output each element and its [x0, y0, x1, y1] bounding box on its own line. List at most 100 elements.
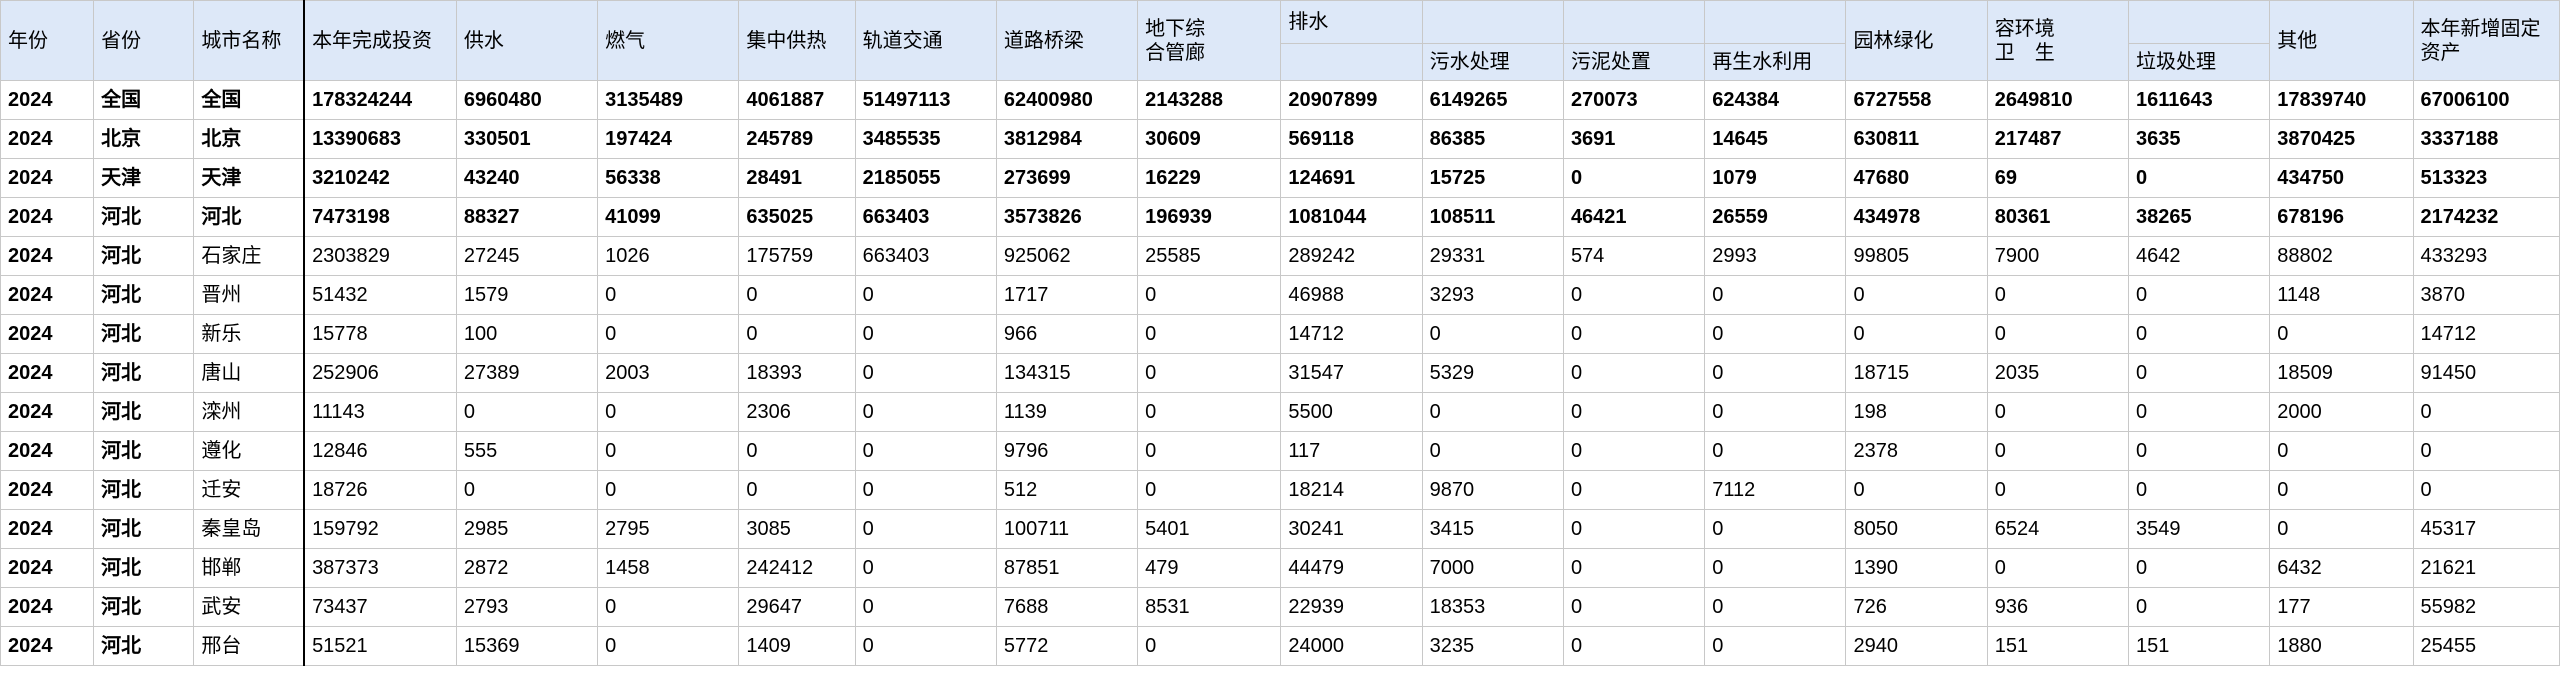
table-cell: 2649810: [1986, 80, 2130, 120]
table-cell: 0: [854, 275, 997, 315]
table-cell: 0: [2127, 353, 2271, 393]
table-cell: 196939: [1137, 197, 1282, 237]
table-cell: 38265: [2127, 197, 2271, 237]
table-cell: 3135489: [597, 80, 740, 120]
header-reuse: 再生水利用: [1704, 43, 1847, 81]
table-row: 2024 河北 迁安 18726 0 0 0 0 512 0 18214 9870 0 7112 0 0 0 0 0: [0, 470, 2560, 510]
table-cell: 0: [854, 431, 997, 471]
table-cell: 2303829: [303, 236, 457, 276]
table-cell: 0: [597, 275, 740, 315]
table-cell: 14712: [1280, 314, 1423, 354]
table-cell: 433293: [2412, 236, 2560, 276]
table-cell: 330501: [455, 119, 599, 159]
table-cell: 47680: [1845, 158, 1988, 198]
table-cell: 0: [1986, 431, 2130, 471]
table-cell: 27389: [455, 353, 599, 393]
table-cell: 434750: [2269, 158, 2414, 198]
table-cell: 2000: [2269, 392, 2414, 432]
table-cell: 河北: [93, 236, 195, 276]
table-cell: 3337188: [2412, 119, 2560, 159]
table-cell: 0: [1562, 509, 1706, 549]
table-cell: 479: [1137, 548, 1282, 588]
table-cell: 18715: [1845, 353, 1988, 393]
table-cell: 29331: [1421, 236, 1564, 276]
investment-table: 年份 省份 城市名称 本年完成投资 供水 燃气 集中供热 轨道交通 道路桥梁 地…: [0, 0, 2560, 666]
table-cell: 0: [738, 431, 856, 471]
table-cell: 全国: [193, 80, 306, 120]
table-cell: 0: [1562, 587, 1706, 627]
header-garbage: 垃圾处理: [2127, 43, 2271, 81]
table-cell: 30609: [1137, 119, 1282, 159]
table-cell: 14712: [2412, 314, 2560, 354]
table-cell: 3691: [1562, 119, 1706, 159]
table-cell: 43240: [455, 158, 599, 198]
table-cell: 河北: [93, 197, 195, 237]
table-cell: 0: [1562, 353, 1706, 393]
table-cell: 51521: [303, 626, 457, 666]
table-cell: 17839740: [2269, 80, 2414, 120]
header-water: 供水: [455, 0, 599, 81]
table-cell: 15778: [303, 314, 457, 354]
table-cell: 0: [1704, 275, 1847, 315]
table-cell: 0: [1137, 314, 1282, 354]
table-cell: 0: [2269, 431, 2414, 471]
table-cell: 石家庄: [193, 236, 306, 276]
table-cell: 2872: [455, 548, 599, 588]
table-cell: 0: [597, 470, 740, 510]
table-cell: 635025: [738, 197, 856, 237]
table-cell: 175759: [738, 236, 856, 276]
table-cell: 0: [854, 587, 997, 627]
table-cell: 0: [1137, 392, 1282, 432]
table-cell: 0: [1421, 431, 1564, 471]
table-cell: 2024: [0, 470, 95, 510]
table-cell: 80361: [1986, 197, 2130, 237]
table-row: 2024 河北 石家庄 2303829 27245 1026 175759 663403 925…: [0, 236, 2560, 276]
table-cell: 569118: [1280, 119, 1423, 159]
table-cell: 11143: [303, 392, 457, 432]
table-cell: 2035: [1986, 353, 2130, 393]
table-cell: 0: [2127, 548, 2271, 588]
table-cell: 26559: [1704, 197, 1847, 237]
table-cell: 7473198: [303, 197, 457, 237]
table-row: 2024 河北 河北 7473198 88327 41099 635025 663403 357…: [0, 197, 2560, 237]
table-cell: 0: [738, 275, 856, 315]
table-cell: 178324244: [303, 80, 457, 120]
table-cell: 河北: [93, 431, 195, 471]
table-cell: 天津: [93, 158, 195, 198]
table-cell: 0: [1421, 392, 1564, 432]
header-fixed-line2: 资产: [2420, 41, 2461, 64]
table-cell: 4642: [2127, 236, 2271, 276]
table-cell: 0: [1845, 470, 1988, 510]
table-cell: 2024: [0, 548, 95, 588]
table-row: 2024 河北 秦皇岛 159792 2985 2795 3085 0 100711 5401 30…: [0, 509, 2560, 549]
header-sludge-top: [1562, 0, 1706, 44]
table-cell: 25455: [2412, 626, 2560, 666]
table-cell: 河北: [93, 392, 195, 432]
table-cell: 1611643: [2127, 80, 2271, 120]
table-cell: 2174232: [2412, 197, 2560, 237]
table-cell: 51497113: [854, 80, 997, 120]
table-cell: 河北: [93, 314, 195, 354]
table-cell: 1409: [738, 626, 856, 666]
table-cell: 0: [597, 392, 740, 432]
table-cell: 45317: [2412, 509, 2560, 549]
table-cell: 177: [2269, 587, 2414, 627]
table-cell: 河北: [93, 275, 195, 315]
table-cell: 6727558: [1845, 80, 1988, 120]
table-cell: 0: [1137, 353, 1282, 393]
table-body: 2024 全国 全国 178324244 6960480 3135489 4061887 51…: [0, 80, 2560, 666]
table-row: 2024 河北 晋州 51432 1579 0 0 0 1717 0 46988 3293 0 0 0 0 0 1…: [0, 275, 2560, 315]
table-cell: 624384: [1704, 80, 1847, 120]
table-cell: 2003: [597, 353, 740, 393]
table-cell: 44479: [1280, 548, 1423, 588]
table-cell: 秦皇岛: [193, 509, 306, 549]
table-cell: 3415: [1421, 509, 1564, 549]
header-invest: 本年完成投资: [303, 0, 457, 81]
table-cell: 966: [995, 314, 1139, 354]
table-cell: 0: [1562, 470, 1706, 510]
table-cell: 北京: [193, 119, 306, 159]
table-cell: 31547: [1280, 353, 1423, 393]
table-cell: 7112: [1704, 470, 1847, 510]
table-cell: 62400980: [995, 80, 1139, 120]
table-cell: 18214: [1280, 470, 1423, 510]
